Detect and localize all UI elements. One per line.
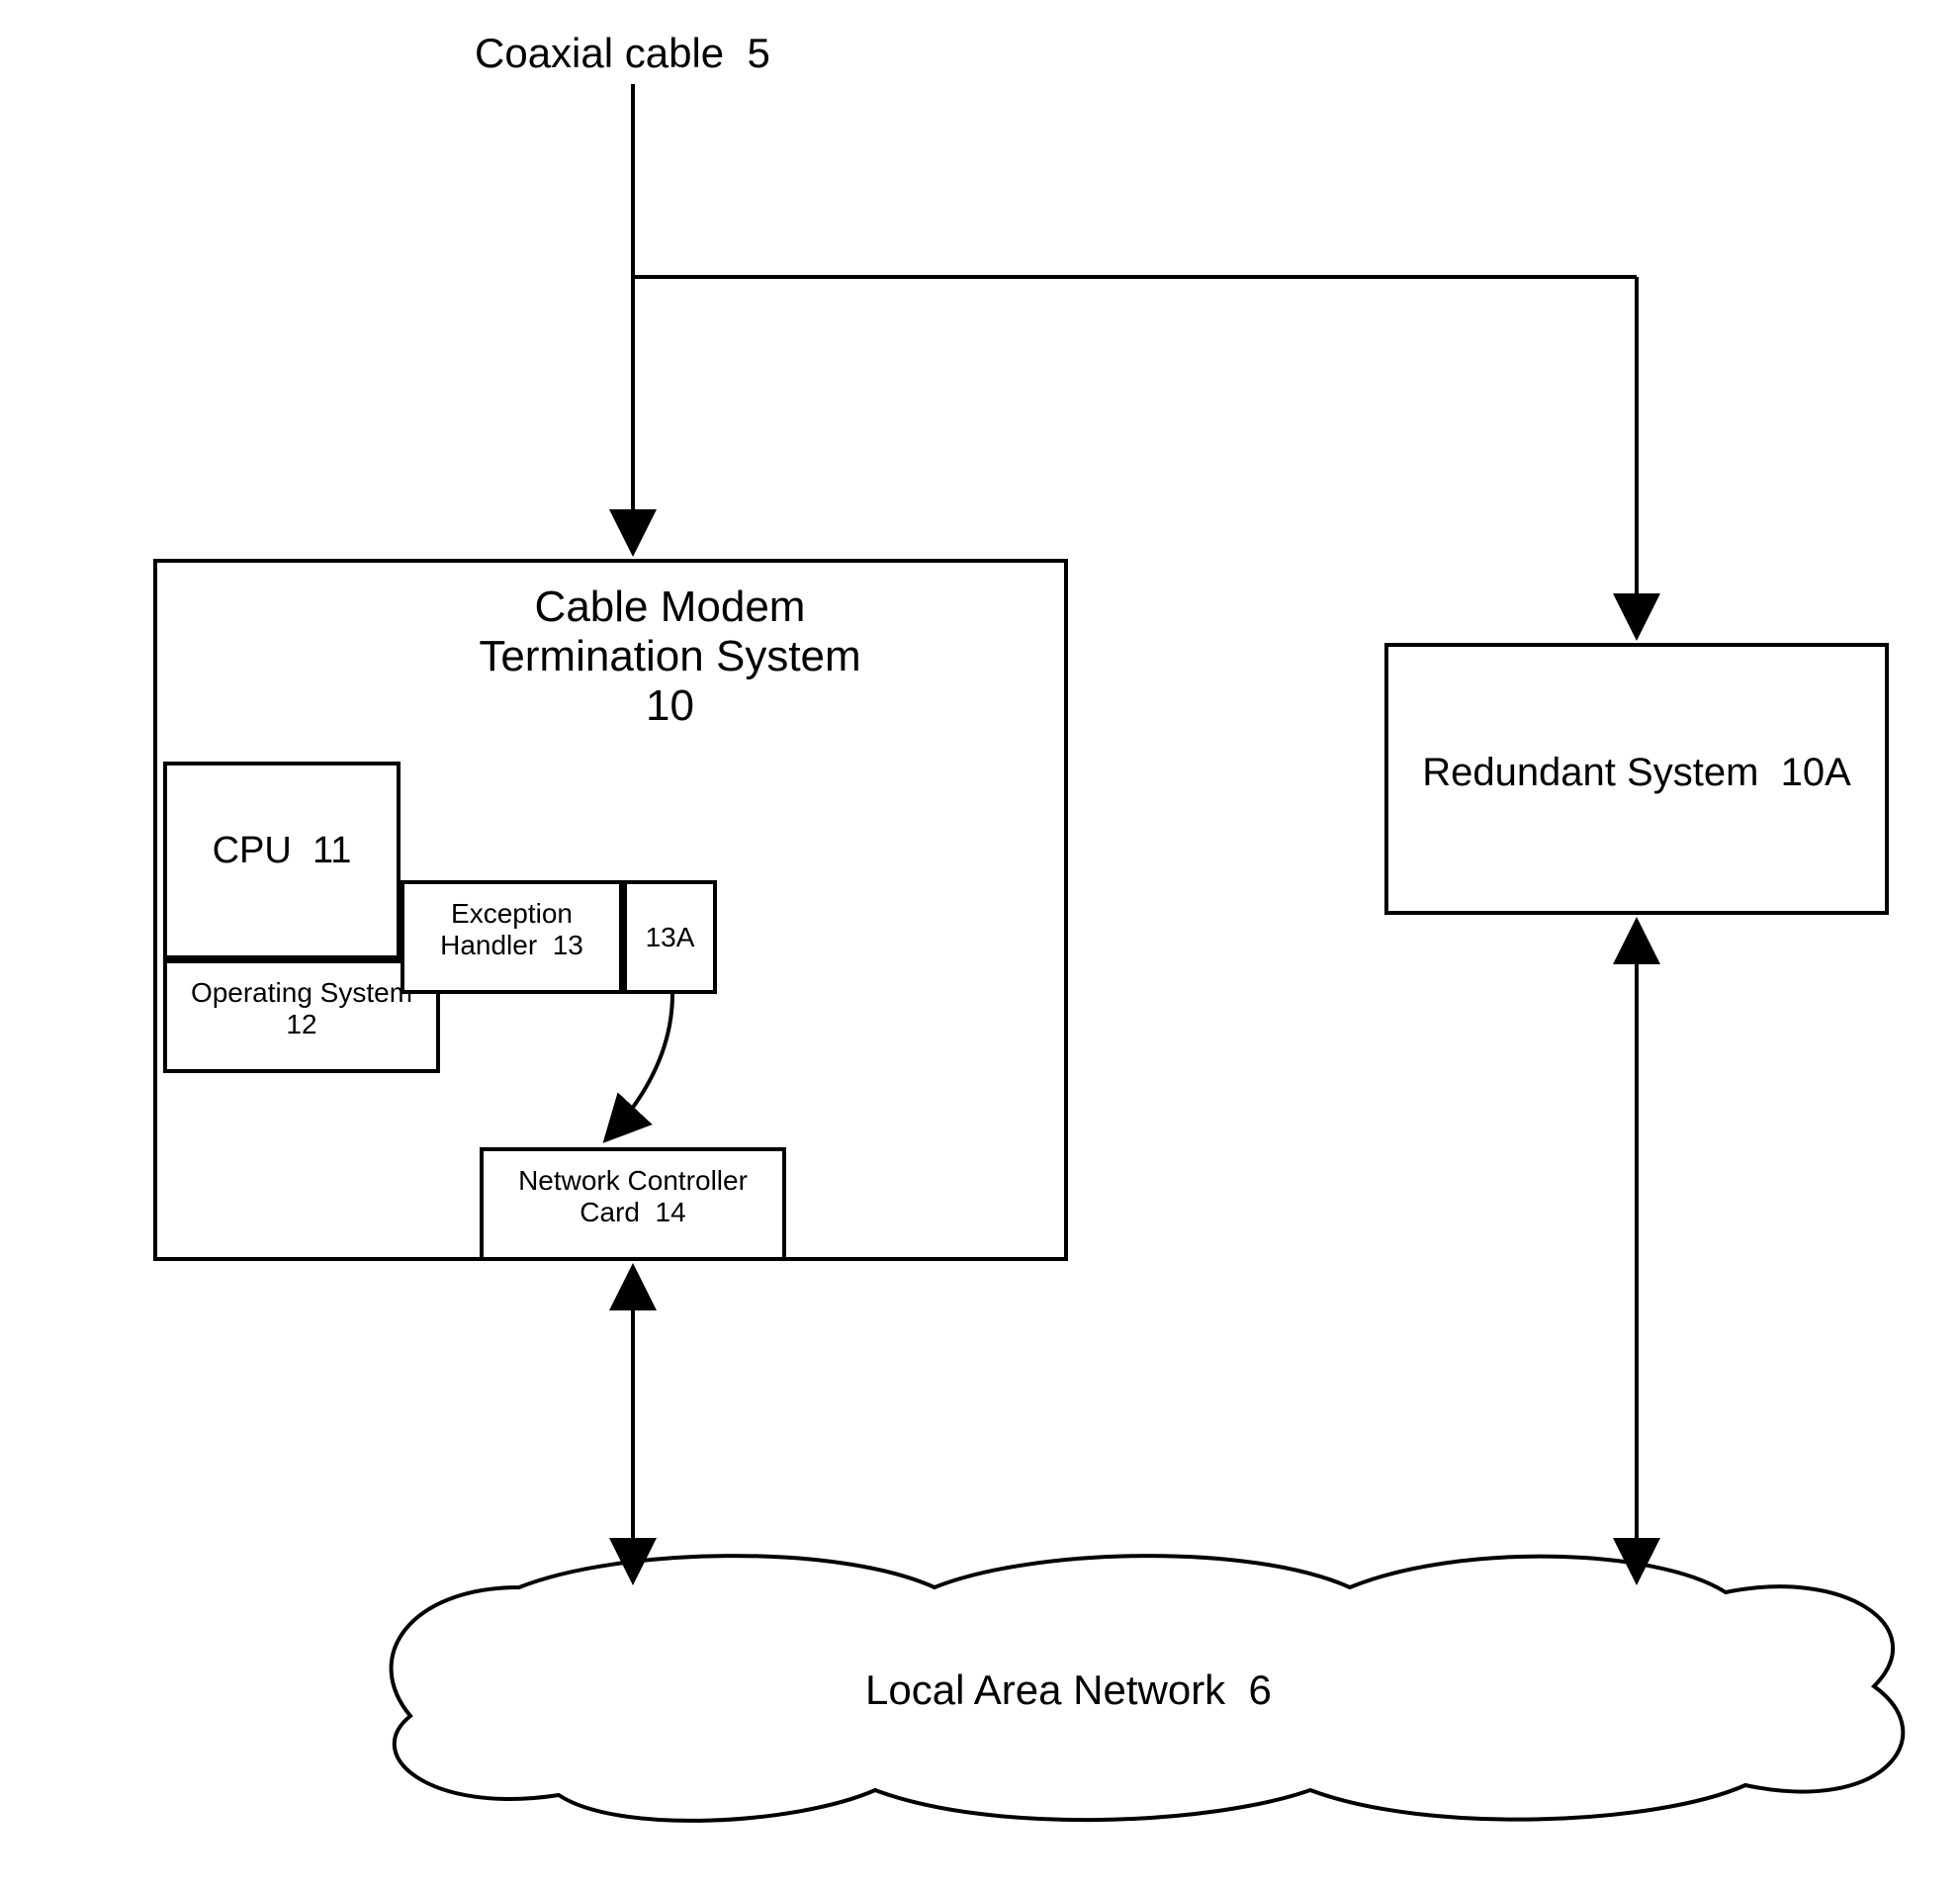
ncc-ref: 14	[656, 1197, 686, 1227]
cpu-text: CPU	[213, 830, 292, 871]
eh-line2: Handler	[440, 930, 537, 960]
os-label: Operating System 12	[167, 977, 436, 1040]
eh-sub-label: 13A	[627, 922, 713, 953]
lan-cloud: Local Area Network 6	[341, 1538, 1943, 1825]
cpu-box: CPU 11	[163, 762, 401, 959]
os-box: Operating System 12	[163, 959, 440, 1073]
ncc-label: Network Controller Card 14	[484, 1165, 782, 1228]
os-ref: 12	[167, 1009, 436, 1040]
ncc-box: Network Controller Card 14	[480, 1147, 786, 1261]
redundant-box: Redundant System 10A	[1384, 643, 1889, 915]
redundant-text: Redundant System	[1422, 751, 1758, 794]
lan-ref: 6	[1249, 1667, 1272, 1713]
eh-label: Exception Handler 13	[404, 898, 619, 961]
redundant-label: Redundant System 10A	[1388, 751, 1885, 795]
eh-ref: 13	[553, 930, 583, 960]
ncc-line2: Card	[579, 1197, 640, 1227]
lan-text: Local Area Network	[865, 1667, 1225, 1713]
coaxial-cable-text: Coaxial cable	[475, 30, 724, 76]
redundant-ref: 10A	[1781, 751, 1851, 794]
cpu-label: CPU 11	[167, 830, 397, 872]
os-line1: Operating System	[167, 977, 436, 1009]
cmts-ref: 10	[276, 681, 1064, 731]
cmts-line2: Termination System	[276, 632, 1064, 681]
cmts-line1: Cable Modem	[276, 583, 1064, 632]
cpu-ref: 11	[312, 830, 351, 871]
eh-sub-ref: 13A	[646, 922, 695, 952]
cmts-title: Cable Modem Termination System 10	[157, 583, 1064, 731]
exception-handler-box: Exception Handler 13	[401, 880, 623, 994]
lan-label: Local Area Network 6	[865, 1667, 1272, 1714]
eh-sub-box: 13A	[623, 880, 717, 994]
coaxial-cable-label: Coaxial cable 5	[475, 30, 770, 77]
eh-line1: Exception	[404, 898, 619, 930]
coaxial-cable-ref: 5	[748, 30, 770, 76]
ncc-line1: Network Controller	[484, 1165, 782, 1197]
